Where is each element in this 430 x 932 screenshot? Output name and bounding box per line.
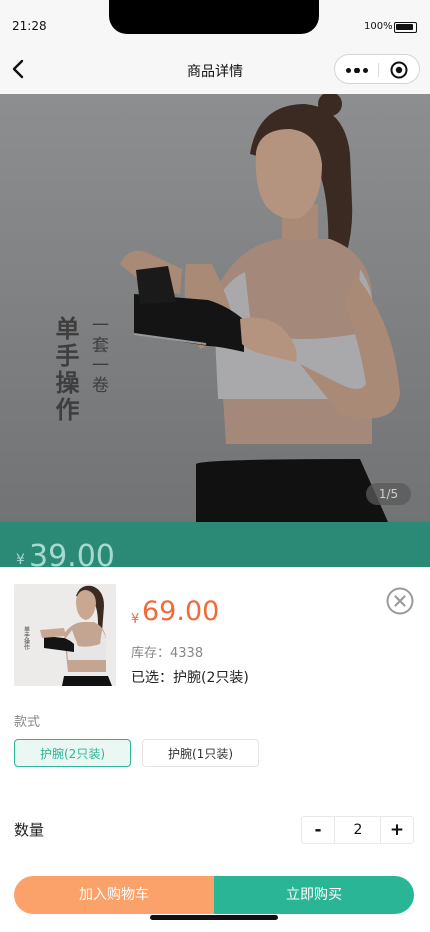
- quantity-stepper: - 2 +: [301, 816, 414, 844]
- buy-now-button[interactable]: 立即购买: [214, 876, 414, 914]
- sku-price: 69.00: [142, 596, 220, 627]
- status-time: 21:28: [12, 19, 47, 33]
- more-dots-icon[interactable]: [346, 68, 370, 73]
- quantity-input[interactable]: 2: [335, 817, 381, 843]
- price-symbol: ¥: [131, 612, 140, 627]
- add-to-cart-button[interactable]: 加入购物车: [14, 876, 214, 914]
- status-bar: 21:28 100%: [0, 0, 430, 44]
- sku-popup: 单手操作 ¥ 69.00 库存：4338 已选：护腕(2只装) 款式 护腕(2只…: [0, 567, 430, 932]
- svg-text:单手操作: 单手操作: [23, 625, 30, 651]
- product-photo: [0, 94, 430, 522]
- capsule-divider: [378, 63, 379, 77]
- battery-percent: 100%: [364, 21, 393, 32]
- quantity-label: 数量: [14, 821, 45, 839]
- close-circle-icon[interactable]: [386, 587, 414, 615]
- nav-bar: 商品详情: [0, 44, 430, 94]
- spec-option-2-pack[interactable]: 护腕(2只装): [14, 739, 131, 767]
- spec-section-label: 款式: [14, 715, 41, 730]
- hero-price: 39.00: [29, 539, 115, 567]
- product-thumbnail: 单手操作: [14, 584, 116, 686]
- phone-screen: 21:28 100% 商品详情 单手操作 一套一卷 1/5 ¥ 39.00 单手…: [0, 0, 430, 932]
- hero-price-bar: ¥ 39.00: [0, 522, 430, 567]
- selected-spec: 已选：护腕(2只装): [131, 670, 249, 686]
- product-image-carousel[interactable]: 单手操作 一套一卷: [0, 94, 430, 522]
- home-indicator: [150, 915, 278, 920]
- decrease-button[interactable]: -: [302, 817, 335, 843]
- banner-text-main: 单手操作: [51, 316, 79, 424]
- hero-price-symbol: ¥: [16, 552, 25, 567]
- stock-count: 库存：4338: [131, 646, 204, 661]
- battery-icon: [394, 22, 417, 33]
- miniapp-capsule: [334, 54, 420, 84]
- increase-button[interactable]: +: [380, 817, 413, 843]
- banner-text-sub: 一套一卷: [88, 316, 108, 396]
- target-icon[interactable]: [390, 61, 408, 79]
- spec-option-1-pack[interactable]: 护腕(1只装): [142, 739, 259, 767]
- thumbnail-photo: 单手操作: [14, 584, 116, 686]
- notch: [109, 0, 319, 34]
- image-counter: 1/5: [366, 483, 411, 505]
